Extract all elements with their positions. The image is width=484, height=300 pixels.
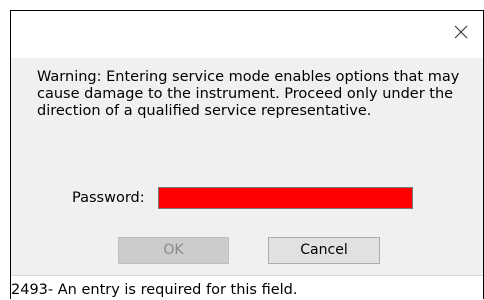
ok-button[interactable]: OK (118, 237, 229, 264)
close-icon (451, 22, 471, 42)
warning-message: Warning: Entering service mode enables o… (37, 69, 460, 119)
service-mode-dialog: Warning: Entering service mode enables o… (10, 10, 484, 300)
status-bar: 2493- An entry is required for this fiel… (11, 275, 483, 300)
cancel-button[interactable]: Cancel (268, 237, 380, 264)
close-button[interactable] (451, 22, 471, 42)
password-label: Password: (72, 190, 145, 206)
status-message: 2493- An entry is required for this fiel… (11, 282, 298, 298)
password-field[interactable] (158, 187, 413, 209)
dialog-titlebar (11, 11, 483, 58)
